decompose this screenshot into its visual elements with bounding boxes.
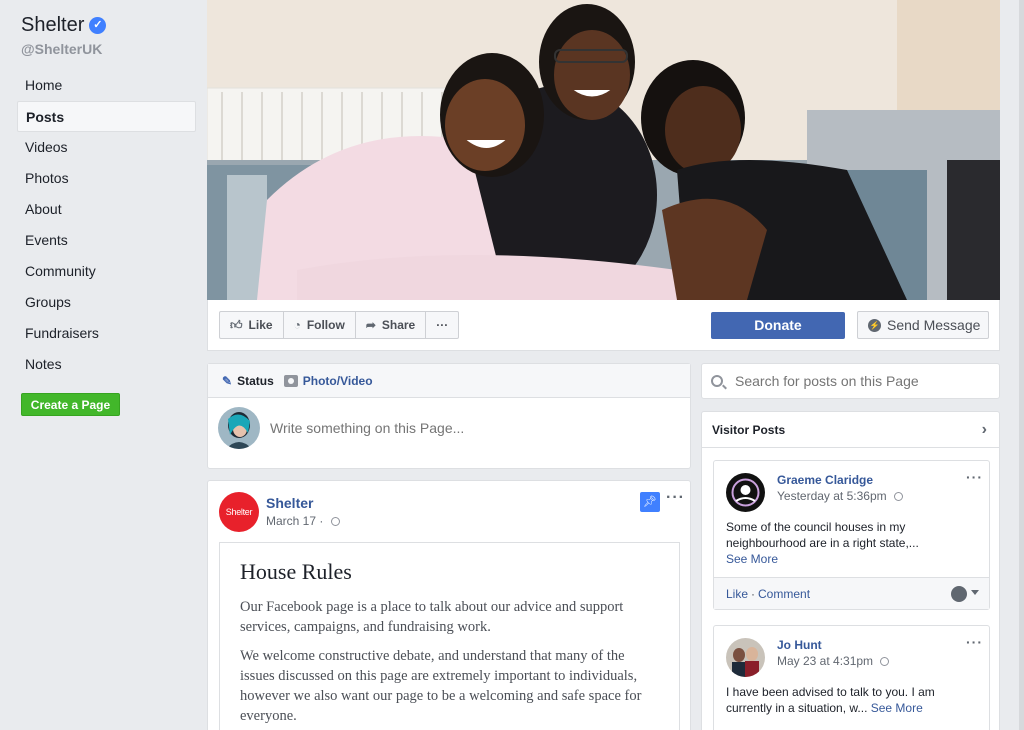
post-author[interactable]: Shelter <box>266 495 313 511</box>
user-avatar-image <box>218 407 260 449</box>
globe-icon <box>893 492 903 502</box>
like-button[interactable]: 👍︎ Like <box>220 312 284 338</box>
page-action-bar: 👍︎ Like ◔ Follow ➦ Share ··· Donate ⚡ Se… <box>207 300 1000 351</box>
visitor-posts-title: Visitor Posts <box>712 422 786 437</box>
visitor-name[interactable]: Jo Hunt <box>777 638 822 652</box>
globe-icon <box>330 517 340 527</box>
page-actions-group: 👍︎ Like ◔ Follow ➦ Share ··· <box>219 311 460 339</box>
page-search <box>701 363 1000 399</box>
nav-item-fundraisers[interactable]: Fundraisers <box>17 318 196 349</box>
nav-item-videos[interactable]: Videos <box>17 132 196 163</box>
note-paragraph: Our Facebook page is a place to talk abo… <box>240 599 624 635</box>
messenger-icon: ⚡ <box>868 318 881 332</box>
user-avatar <box>218 407 260 449</box>
note-card[interactable]: House Rules Our Facebook page is a place… <box>219 542 680 730</box>
create-page-button[interactable]: Create a Page <box>21 393 120 416</box>
tab-status-label: Status <box>237 373 274 388</box>
post-more-button[interactable]: ··· <box>666 489 685 507</box>
search-icon <box>711 375 723 387</box>
visitor-post-actions: Like · Comment <box>714 577 989 609</box>
see-more-link[interactable]: See More <box>726 552 778 566</box>
nav-item-photos[interactable]: Photos <box>17 163 196 194</box>
pinned-post: Shelter Shelter March 17 · 📌︎ ··· House … <box>207 480 691 730</box>
visitor-comment-link[interactable]: Comment <box>758 587 810 601</box>
post-composer: ✎ Status Photo/Video <box>207 363 691 469</box>
visitor-post-more-button[interactable]: ··· <box>966 634 983 650</box>
visitor-time-text: Yesterday at 5:36pm <box>777 489 887 503</box>
composer-body <box>208 398 690 458</box>
more-icon: ··· <box>436 318 449 332</box>
pencil-icon: ✎ <box>222 373 233 388</box>
follow-button[interactable]: ◔ Follow <box>284 312 356 338</box>
cover-photo-illustration <box>207 0 1000 300</box>
separator-dot: · <box>751 586 756 601</box>
donate-button[interactable]: Donate <box>711 312 845 339</box>
globe-icon <box>880 657 890 667</box>
visitor-post-more-button[interactable]: ··· <box>966 469 983 485</box>
visitor-name[interactable]: Graeme Claridge <box>777 473 873 487</box>
visitor-time[interactable]: Yesterday at 5:36pm <box>777 489 903 503</box>
nav-item-notes[interactable]: Notes <box>17 349 196 380</box>
visitor-posts-header[interactable]: Visitor Posts › <box>702 412 999 448</box>
visitor-time[interactable]: May 23 at 4:31pm <box>777 654 890 668</box>
follow-label: Follow <box>306 318 345 332</box>
nav-item-community[interactable]: Community <box>17 256 196 287</box>
search-input[interactable] <box>735 373 985 389</box>
visitor-avatar-image <box>726 638 765 677</box>
nav-item-events[interactable]: Events <box>17 225 196 256</box>
visitor-post: Graeme Claridge Yesterday at 5:36pm ··· … <box>713 460 990 610</box>
nav-item-home[interactable]: Home <box>17 70 196 101</box>
see-more-link[interactable]: See More <box>871 701 923 715</box>
shelter-logo[interactable]: Shelter <box>219 492 259 532</box>
page-nav: Home Posts Videos Photos About Events Co… <box>17 70 196 380</box>
send-message-label: Send Message <box>887 317 981 333</box>
share-arrow-icon: ➦ <box>365 318 376 332</box>
note-title: House Rules <box>240 559 352 584</box>
page-name[interactable]: Shelter <box>21 14 84 37</box>
camera-icon <box>283 374 298 387</box>
nav-item-about[interactable]: About <box>17 194 196 225</box>
composer-input[interactable] <box>270 420 650 436</box>
rss-icon: ◔ <box>293 318 301 332</box>
visitor-post-body: Some of the council houses in my neighbo… <box>726 520 919 550</box>
visitor-post: Jo Hunt May 23 at 4:31pm ··· I have been… <box>713 625 990 730</box>
page-handle: @ShelterUK <box>21 41 103 57</box>
tab-status[interactable]: ✎ Status <box>222 374 274 388</box>
caret-down-icon[interactable] <box>971 590 979 595</box>
cover-photo[interactable] <box>207 0 1000 300</box>
actor-selector-icon[interactable] <box>951 586 967 602</box>
visitor-time-text: May 23 at 4:31pm <box>777 654 874 668</box>
nav-item-groups[interactable]: Groups <box>17 287 196 318</box>
page-title[interactable]: Shelter ✓ <box>21 14 107 37</box>
composer-tabs: ✎ Status Photo/Video <box>208 364 690 398</box>
post-date-text: March 17 · <box>266 514 324 528</box>
send-message-button[interactable]: ⚡ Send Message <box>857 311 989 339</box>
nav-item-posts[interactable]: Posts <box>17 101 196 132</box>
chevron-right-icon[interactable]: › <box>982 421 987 439</box>
visitor-avatar[interactable] <box>726 473 765 512</box>
more-actions-button[interactable]: ··· <box>426 312 458 338</box>
visitor-post-text: Some of the council houses in my neighbo… <box>726 519 946 567</box>
tab-photo-label: Photo/Video <box>302 373 373 388</box>
like-label: Like <box>248 318 273 332</box>
visitor-avatar[interactable] <box>726 638 765 677</box>
post-date[interactable]: March 17 · <box>266 514 340 528</box>
note-paragraph: We welcome constructive debate, and unde… <box>240 648 642 724</box>
tab-photo-video[interactable]: Photo/Video <box>283 373 373 388</box>
pin-icon: 📌︎ <box>640 492 660 512</box>
visitor-post-text: I have been advised to talk to you. I am… <box>726 684 946 716</box>
visitor-posts-panel: Visitor Posts › Graeme Claridge Yesterda… <box>701 411 1000 730</box>
visitor-avatar-image <box>726 473 765 512</box>
visitor-like-link[interactable]: Like <box>726 587 748 601</box>
verified-badge-icon: ✓ <box>89 17 107 34</box>
share-button[interactable]: ➦ Share <box>356 312 427 338</box>
thumbs-up-icon: 👍︎ <box>230 317 243 332</box>
page-scrollbar[interactable] <box>1019 0 1024 730</box>
share-label: Share <box>381 318 416 332</box>
